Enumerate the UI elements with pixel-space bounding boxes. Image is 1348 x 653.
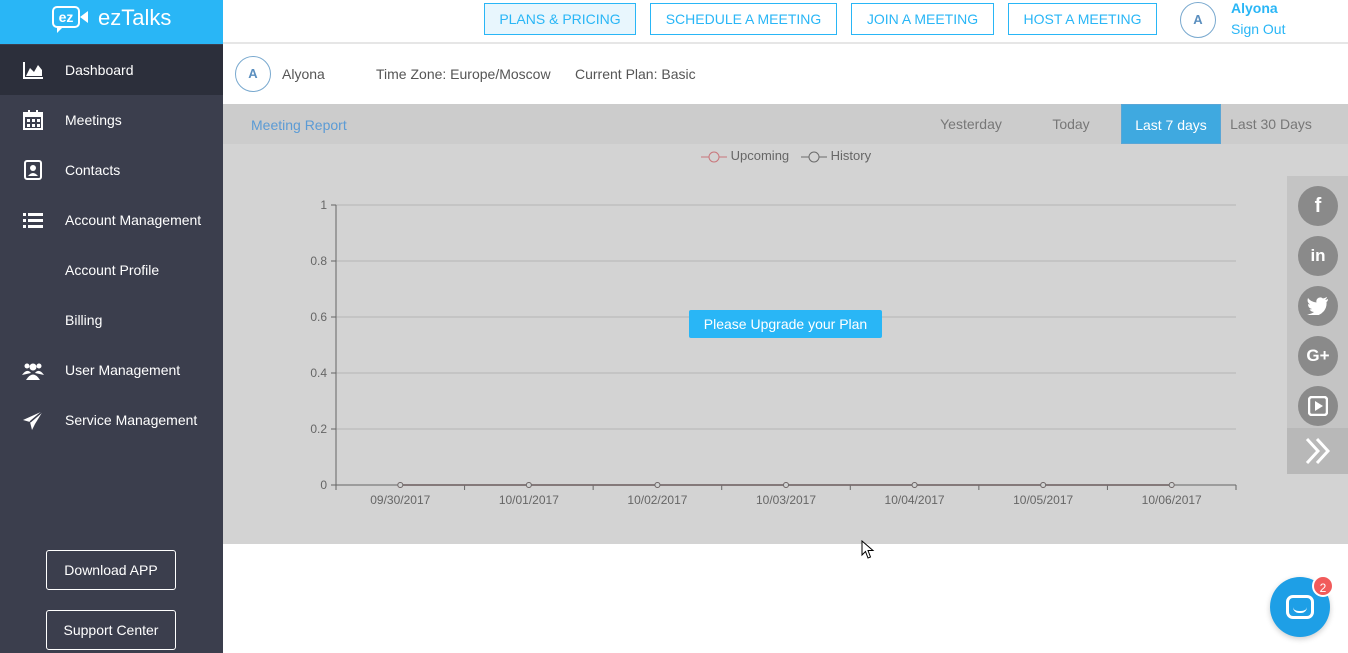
double-chevron-right-icon [1305, 437, 1330, 465]
data-point-history [397, 482, 404, 488]
sidebar-item-contacts[interactable]: Contacts [0, 145, 223, 195]
data-point-history [1168, 482, 1175, 488]
video-icon[interactable] [1298, 386, 1338, 426]
facebook-icon[interactable]: f [1298, 186, 1338, 226]
x-tick-label: 10/02/2017 [627, 493, 687, 507]
sidebar-item-label: Contacts [65, 162, 121, 178]
sidebar-item-account-profile[interactable]: Account Profile [0, 245, 223, 295]
download-app-button[interactable]: Download APP [46, 550, 176, 590]
x-tick-label: 10/06/2017 [1142, 493, 1202, 507]
collapse-social-button[interactable] [1287, 428, 1348, 474]
user-info-row: A Alyona Time Zone: Europe/Moscow Curren… [223, 46, 1348, 104]
x-tick-label: 10/05/2017 [1013, 493, 1073, 507]
y-tick-label: 0.2 [310, 422, 327, 436]
y-tick-label: 0.4 [310, 366, 327, 380]
list-icon [23, 213, 43, 228]
join-meeting-button[interactable]: JOIN A MEETING [851, 3, 994, 35]
data-point-history [783, 482, 789, 488]
host-meeting-button[interactable]: HOST A MEETING [1008, 3, 1157, 35]
sidebar-item-label: Billing [65, 312, 103, 328]
data-point-history [654, 482, 661, 488]
area-chart-icon [23, 62, 43, 79]
app-name: ezTalks [98, 5, 172, 30]
x-tick-label: 10/01/2017 [499, 493, 559, 507]
logo-bar[interactable]: ez ezTalks [0, 0, 223, 44]
sidebar-item-label: Account Profile [65, 262, 160, 278]
data-point-history [525, 482, 532, 488]
header-user-name[interactable]: Alyona [1231, 0, 1278, 16]
current-plan: Current Plan: Basic [575, 66, 696, 82]
x-tick-label: 09/30/2017 [370, 493, 430, 507]
sign-out-link[interactable]: Sign Out [1231, 21, 1285, 37]
data-point-history [911, 482, 918, 488]
sidebar-item-meetings[interactable]: Meetings [0, 95, 223, 145]
logo-camera-icon [80, 11, 88, 23]
x-tick-label: 10/03/2017 [756, 493, 816, 507]
app-root: ez ezTalks Dashboard Meetings Contacts A… [0, 0, 1348, 653]
y-tick-label: 0.8 [310, 254, 327, 268]
chat-notification-badge: 2 [1312, 575, 1334, 597]
meeting-report-panel: Meeting Report Yesterday Today Last 7 da… [223, 104, 1348, 544]
header-avatar[interactable]: A [1180, 2, 1216, 38]
sidebar-item-label: Dashboard [65, 62, 134, 78]
sidebar-item-label: Meetings [65, 112, 122, 128]
user-name: Alyona [282, 66, 325, 82]
data-point-history [1040, 482, 1047, 488]
sidebar-item-dashboard[interactable]: Dashboard [0, 45, 223, 95]
schedule-meeting-button[interactable]: SCHEDULE A MEETING [650, 3, 837, 35]
user-avatar: A [235, 56, 271, 92]
sidebar-item-account-management[interactable]: Account Management [0, 195, 223, 245]
logo-badge: ez [52, 6, 80, 33]
sidebar-item-label: Service Management [65, 412, 198, 428]
sidebar-item-service-management[interactable]: Service Management [0, 395, 223, 445]
google-plus-icon[interactable]: G+ [1298, 336, 1338, 376]
paper-plane-icon [23, 410, 44, 430]
sidebar-item-user-management[interactable]: User Management [0, 345, 223, 395]
upgrade-plan-button[interactable]: Please Upgrade your Plan [689, 310, 882, 338]
sidebar-item-billing[interactable]: Billing [0, 295, 223, 345]
calendar-icon [23, 110, 43, 130]
sidebar-item-label: Account Management [65, 212, 202, 228]
y-tick-label: 0 [320, 478, 327, 492]
twitter-icon[interactable] [1298, 286, 1338, 326]
mouse-cursor-icon [861, 540, 875, 559]
x-tick-label: 10/04/2017 [885, 493, 945, 507]
contact-book-icon [24, 160, 42, 180]
plans-pricing-button[interactable]: PLANS & PRICING [484, 3, 636, 35]
y-tick-label: 1 [320, 198, 327, 212]
sidebar-item-label: User Management [65, 362, 181, 378]
social-share-bar: f in G+ [1287, 176, 1348, 474]
linkedin-icon[interactable]: in [1298, 236, 1338, 276]
support-center-button[interactable]: Support Center [46, 610, 176, 650]
time-zone: Time Zone: Europe/Moscow [376, 66, 551, 82]
users-icon [22, 363, 44, 380]
sidebar: ez ezTalks Dashboard Meetings Contacts A… [0, 0, 223, 653]
y-tick-label: 0.6 [310, 310, 327, 324]
